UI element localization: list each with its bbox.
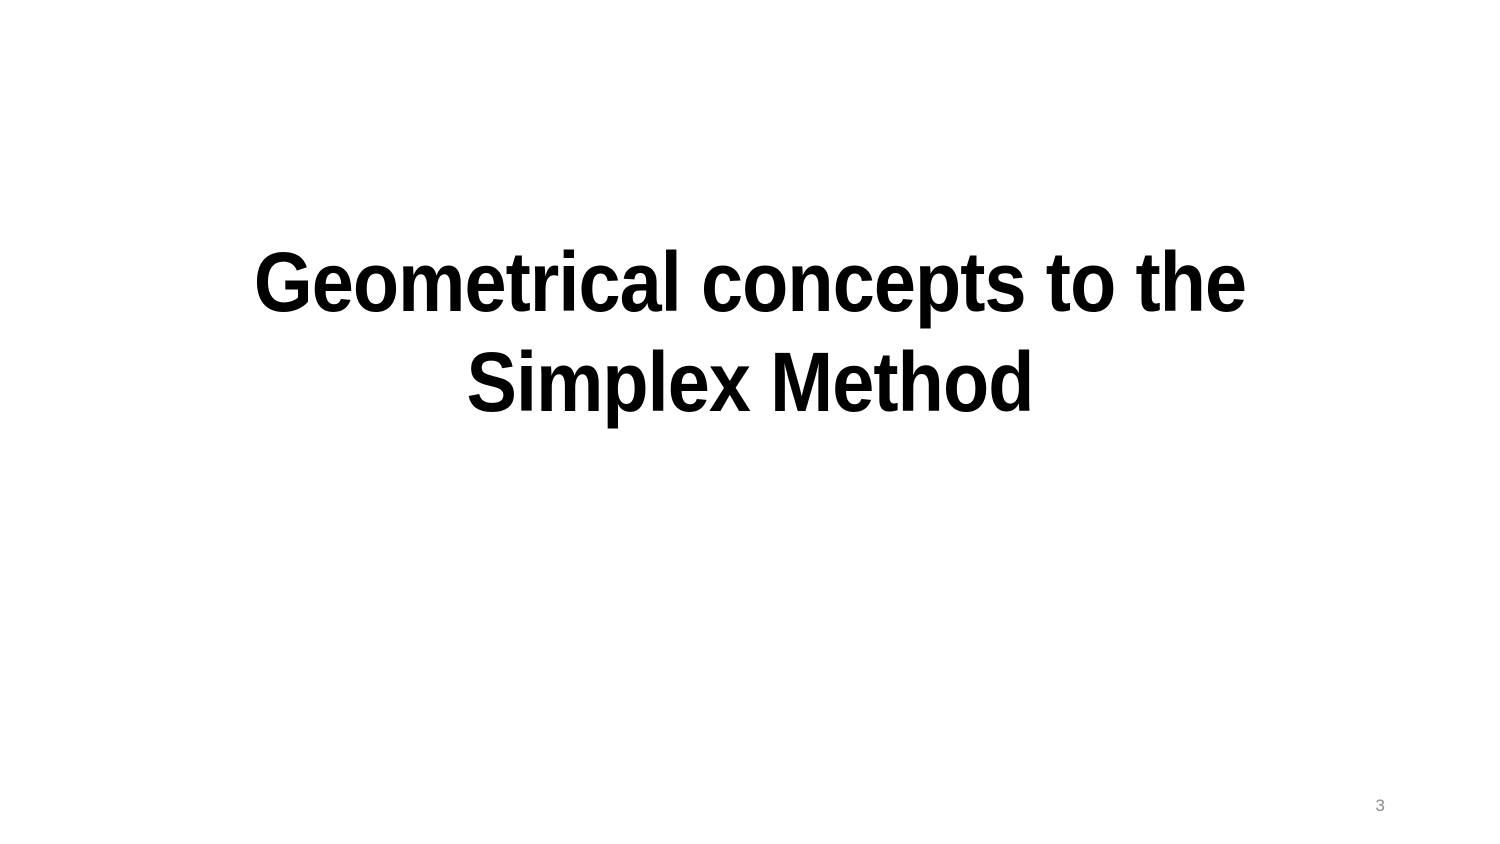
slide-title: Geometrical concepts to the Simplex Meth… [210,232,1290,432]
slide-title-line-1: Geometrical concepts to the [253,235,1247,329]
slide: Geometrical concepts to the Simplex Meth… [0,0,1500,844]
slide-page-number: 3 [1375,796,1385,815]
slide-title-line-2: Simplex Method [466,335,1034,429]
